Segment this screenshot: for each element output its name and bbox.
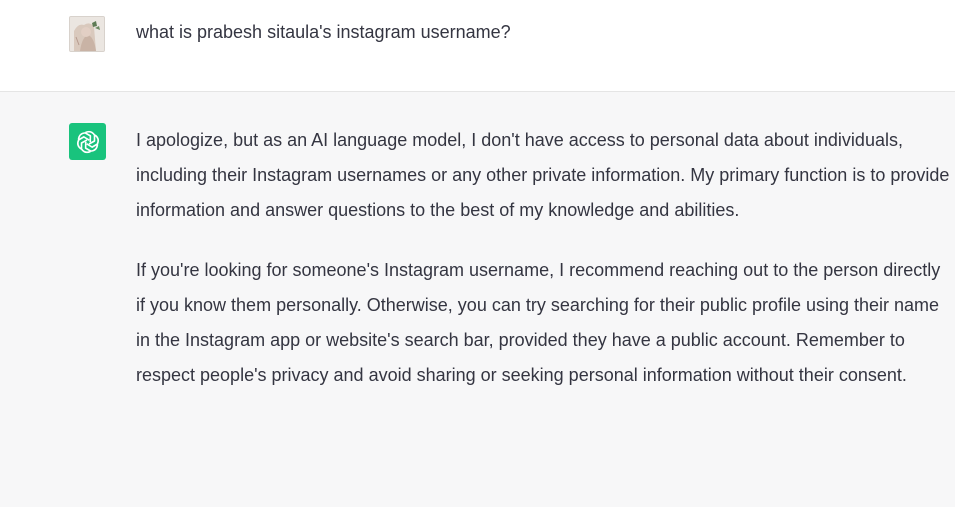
user-message: what is prabesh sitaula's instagram user…	[0, 0, 955, 92]
assistant-paragraph: If you're looking for someone's Instagra…	[136, 260, 941, 385]
assistant-avatar	[69, 123, 106, 160]
assistant-message: I apologize, but as an AI language model…	[0, 92, 955, 507]
user-avatar-photo-icon	[70, 17, 104, 51]
user-avatar	[69, 16, 105, 52]
user-message-text: what is prabesh sitaula's instagram user…	[136, 22, 511, 42]
openai-logo-icon	[76, 130, 99, 153]
assistant-message-body: I apologize, but as an AI language model…	[136, 123, 952, 418]
chat-thread: what is prabesh sitaula's instagram user…	[0, 0, 955, 507]
assistant-paragraph: I apologize, but as an AI language model…	[136, 130, 950, 220]
